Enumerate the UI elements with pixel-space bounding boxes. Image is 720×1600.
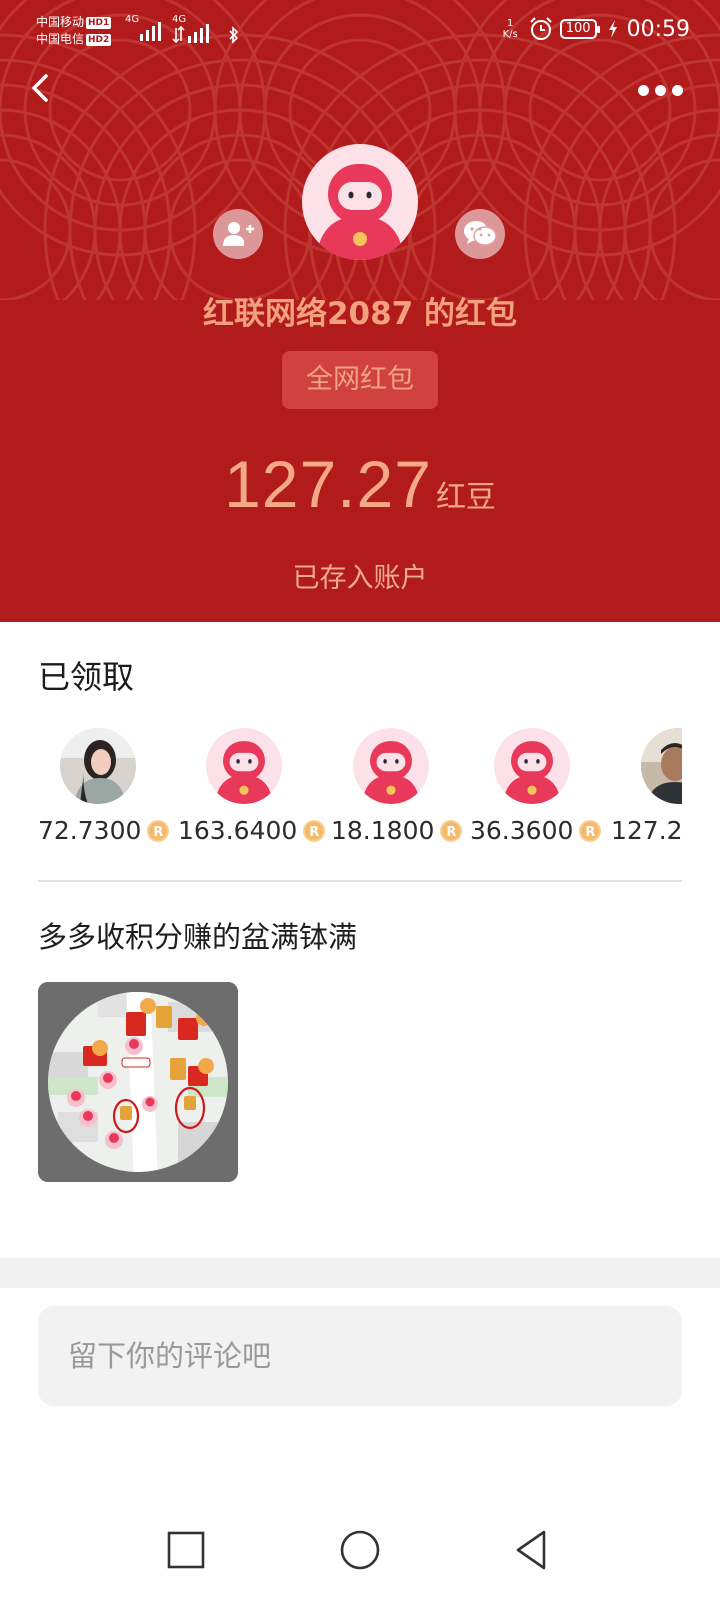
claim-amount-value: 163.6400 [178, 816, 298, 845]
red-packet-header: 中国移动 HD1 中国电信 HD2 4G 4G 1 K/s 100 00:59 … [0, 0, 720, 622]
bluetooth-icon [229, 26, 239, 44]
claim-amount: 127.27 [611, 816, 682, 845]
back-button[interactable] [22, 66, 62, 110]
chevron-left-icon [32, 74, 48, 102]
hd-badge-1: HD1 [86, 17, 112, 29]
avatar [60, 728, 136, 804]
clock: 00:59 [626, 16, 690, 42]
claimer-item[interactable]: 72.7300 R [38, 722, 188, 852]
back-nav-button[interactable] [504, 1522, 560, 1578]
sender-title: 红联网络2087 的红包 [202, 296, 518, 332]
add-user-icon [223, 222, 254, 246]
recent-apps-button[interactable] [158, 1522, 214, 1578]
status-bar: 中国移动 HD1 中国电信 HD2 4G 4G 1 K/s 100 00:59 [0, 0, 720, 64]
more-dot-icon [655, 84, 666, 96]
claimed-list[interactable]: 72.7300 R 163.6400 R 18.1800 R 36.3600 R… [38, 722, 682, 852]
network-type-1: 4G [125, 14, 140, 25]
divider [38, 880, 682, 882]
more-options-button[interactable] [638, 80, 688, 100]
map-screenshot-image [38, 982, 238, 1182]
red-bean-coin-icon: R [303, 819, 326, 842]
status-right: 1 K/s 100 00:59 [503, 16, 690, 42]
carrier-info: 中国移动 HD1 中国电信 HD2 [36, 14, 112, 48]
claim-amount: 18.1800 R [331, 816, 463, 845]
user-photo [641, 728, 682, 804]
claim-amount-value: 18.1800 [331, 816, 435, 845]
charging-icon [608, 20, 617, 38]
comment-input[interactable]: 留下你的评论吧 [38, 1306, 682, 1406]
packet-type-badge: 全网红包 [282, 351, 438, 409]
speed-unit: K/s [502, 29, 518, 40]
add-friend-button[interactable] [213, 209, 263, 259]
default-avatar [206, 728, 282, 804]
circle-icon [340, 1530, 380, 1570]
claimer-item[interactable]: 18.1800 R [331, 722, 481, 852]
home-button[interactable] [332, 1522, 388, 1578]
more-dot-icon [672, 84, 683, 96]
default-avatar [494, 728, 570, 804]
deposit-status: 已存入账户 [292, 563, 428, 594]
claim-amount-value: 127.27 [611, 816, 682, 845]
user-photo [60, 728, 136, 804]
claim-amount: 163.6400 R [178, 816, 326, 845]
system-navigation-bar [0, 1500, 720, 1600]
network-speed: 1 K/s [503, 18, 518, 40]
red-bean-coin-icon: R [579, 819, 602, 842]
carrier-2: 中国电信 [36, 32, 85, 46]
speed-value: 1 [507, 18, 514, 29]
wechat-icon [464, 221, 497, 246]
square-icon [167, 1531, 205, 1569]
signal-icon-1 [140, 22, 161, 41]
default-avatar [353, 728, 429, 804]
claimer-item[interactable]: 36.3600 R [470, 722, 620, 852]
claim-amount: 36.3600 R [470, 816, 602, 845]
triangle-back-icon [516, 1530, 546, 1570]
avatar [353, 728, 429, 804]
avatar [641, 728, 682, 804]
avatar [206, 728, 282, 804]
claimer-item[interactable]: 127.27 [611, 722, 682, 852]
claimer-item[interactable]: 163.6400 R [178, 722, 328, 852]
section-separator [0, 1258, 720, 1288]
avatar [494, 728, 570, 804]
red-bean-coin-icon: R [147, 819, 170, 842]
sender-avatar [302, 144, 418, 260]
red-bean-coin-icon: R [440, 819, 463, 842]
claim-amount-value: 72.7300 [38, 816, 142, 845]
attached-photo[interactable] [38, 982, 238, 1182]
wechat-share-button[interactable] [455, 209, 505, 259]
more-dot-icon [638, 84, 649, 96]
signal-icon-2 [172, 24, 209, 44]
hd-badge-2: HD2 [86, 34, 112, 46]
amount-value: 127.27 [224, 447, 432, 521]
battery-indicator: 100 [559, 19, 600, 39]
claim-amount-value: 36.3600 [470, 816, 574, 845]
packet-message: 多多收积分赚的盆满钵满 [38, 920, 358, 954]
claimed-title: 已领取 [38, 658, 135, 696]
claim-amount: 72.7300 R [38, 816, 170, 845]
carrier-1: 中国移动 [36, 15, 85, 29]
amount-unit: 红豆 [435, 480, 496, 515]
amount-display: 127.27 红豆 [0, 446, 720, 522]
alarm-icon [530, 17, 552, 40]
